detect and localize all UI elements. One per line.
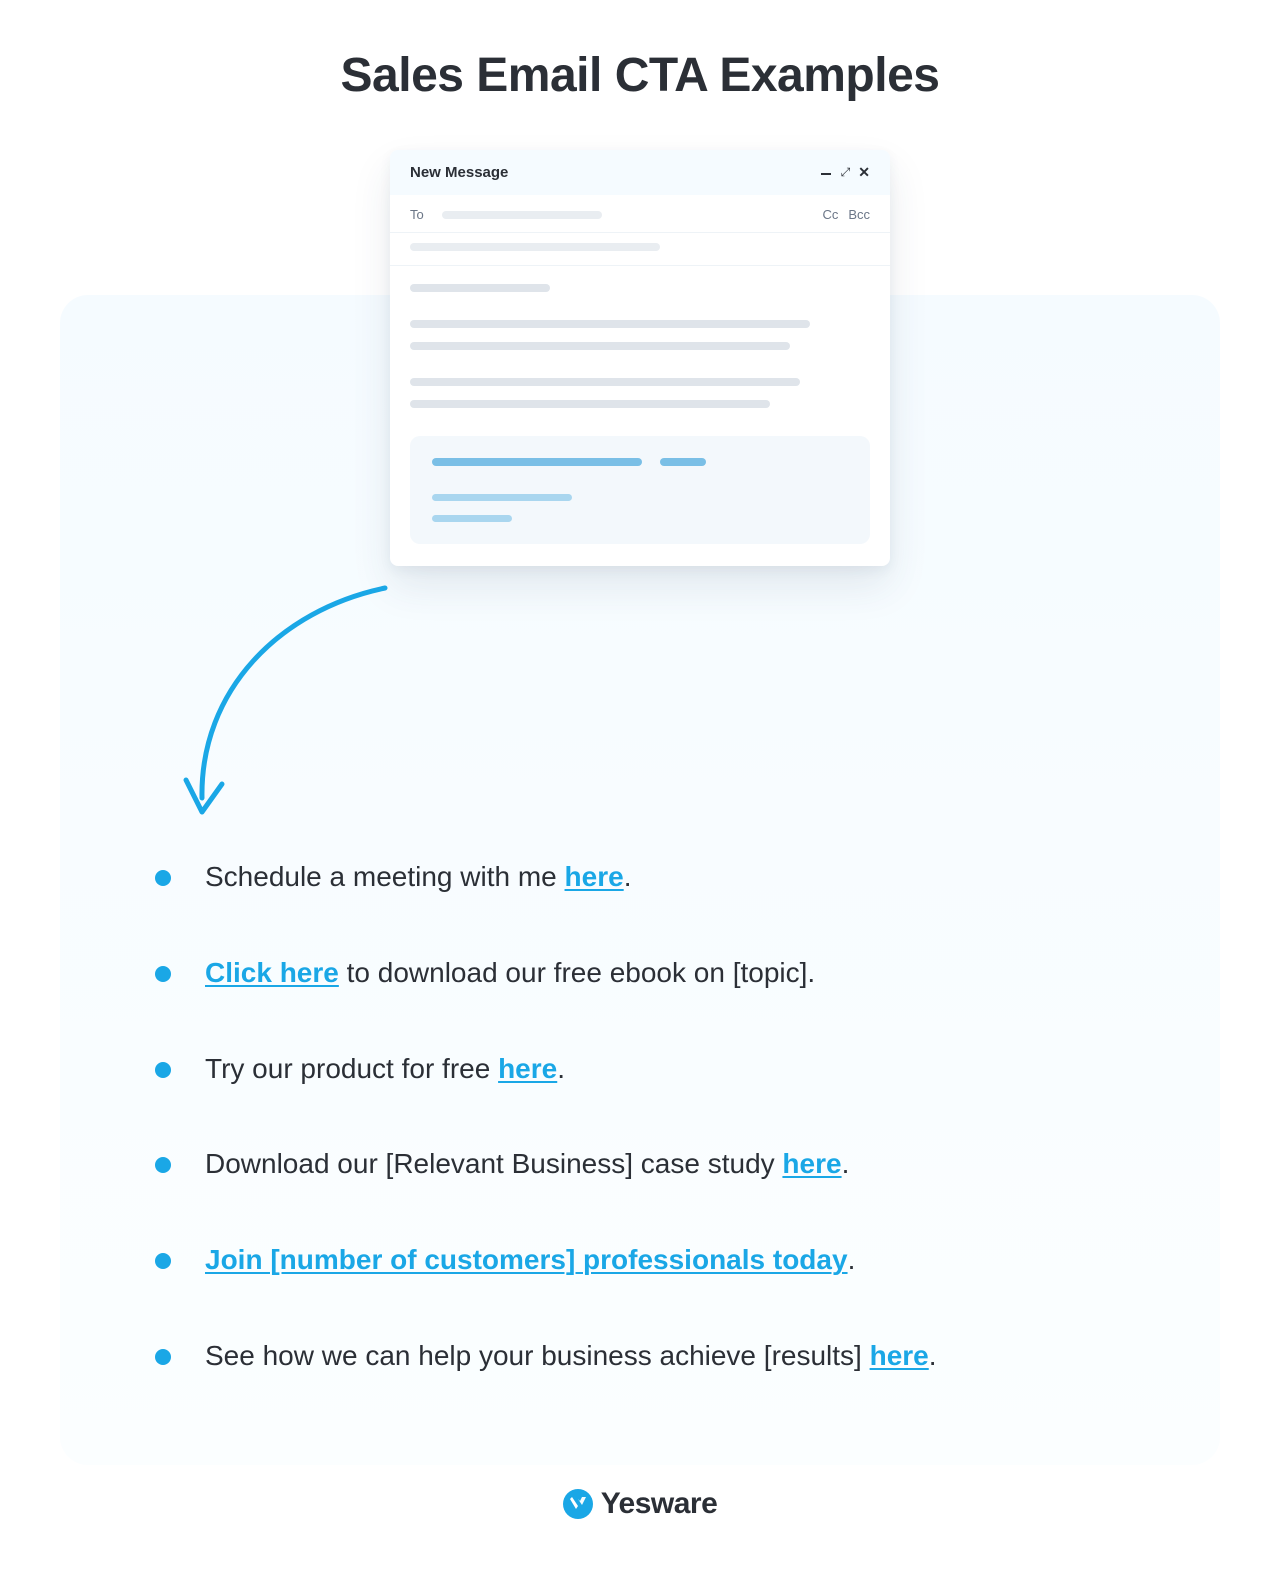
list-item: Join [number of customers] professionals… [155, 1241, 1135, 1279]
body-area [390, 266, 890, 432]
close-icon[interactable]: ✕ [858, 164, 870, 181]
cta-text-post: . [557, 1053, 565, 1084]
cta-text-pre: Schedule a meeting with me [205, 861, 565, 892]
cta-link[interactable]: here [870, 1340, 929, 1371]
bcc-link[interactable]: Bcc [848, 207, 870, 222]
list-item: See how we can help your business achiev… [155, 1337, 1135, 1375]
list-item: Try our product for free here. [155, 1050, 1135, 1088]
body-line [410, 342, 790, 350]
cta-link[interactable]: here [565, 861, 624, 892]
cc-link[interactable]: Cc [822, 207, 838, 222]
cta-highlight-box [410, 436, 870, 544]
cta-link[interactable]: Join [number of customers] professionals… [205, 1244, 848, 1275]
to-placeholder [442, 211, 602, 219]
list-item: Download our [Relevant Business] case st… [155, 1145, 1135, 1183]
cta-text-post: . [929, 1340, 937, 1371]
cta-link[interactable]: here [782, 1148, 841, 1179]
body-line [410, 320, 810, 328]
cta-link[interactable]: Click here [205, 957, 339, 988]
compose-header: New Message ⤢ ✕ [390, 150, 890, 195]
minimize-icon[interactable] [821, 165, 831, 181]
list-item: Schedule a meeting with me here. [155, 858, 1135, 896]
body-line [410, 284, 550, 292]
cta-text-post: to download our free ebook on [topic]. [339, 957, 815, 988]
cta-line [660, 458, 706, 466]
cta-text-pre: See how we can help your business achiev… [205, 1340, 870, 1371]
cta-line [432, 515, 512, 522]
cta-text-pre: Try our product for free [205, 1053, 498, 1084]
brand-logo: Yesware [0, 1487, 1280, 1524]
brand-name: Yesware [601, 1487, 718, 1521]
list-item: Click here to download our free ebook on… [155, 954, 1135, 992]
cta-text-post: . [848, 1244, 856, 1275]
compose-title: New Message [410, 164, 508, 181]
body-line [410, 378, 800, 386]
window-controls: ⤢ ✕ [821, 164, 870, 181]
body-line [410, 400, 770, 408]
to-row: To Cc Bcc [390, 195, 890, 233]
cta-text-pre: Download our [Relevant Business] case st… [205, 1148, 782, 1179]
to-label: To [410, 207, 442, 222]
cta-line [432, 494, 572, 501]
compose-card: New Message ⤢ ✕ To Cc Bcc [390, 150, 890, 566]
cta-link[interactable]: here [498, 1053, 557, 1084]
cta-line [432, 458, 642, 466]
expand-icon[interactable]: ⤢ [841, 165, 849, 180]
subject-row [390, 233, 890, 266]
page-title: Sales Email CTA Examples [0, 48, 1280, 103]
cta-text-post: . [842, 1148, 850, 1179]
logo-mark-icon [563, 1489, 593, 1519]
cta-text-post: . [624, 861, 632, 892]
cta-list: Schedule a meeting with me here. Click h… [155, 858, 1135, 1433]
subject-placeholder [410, 243, 660, 251]
